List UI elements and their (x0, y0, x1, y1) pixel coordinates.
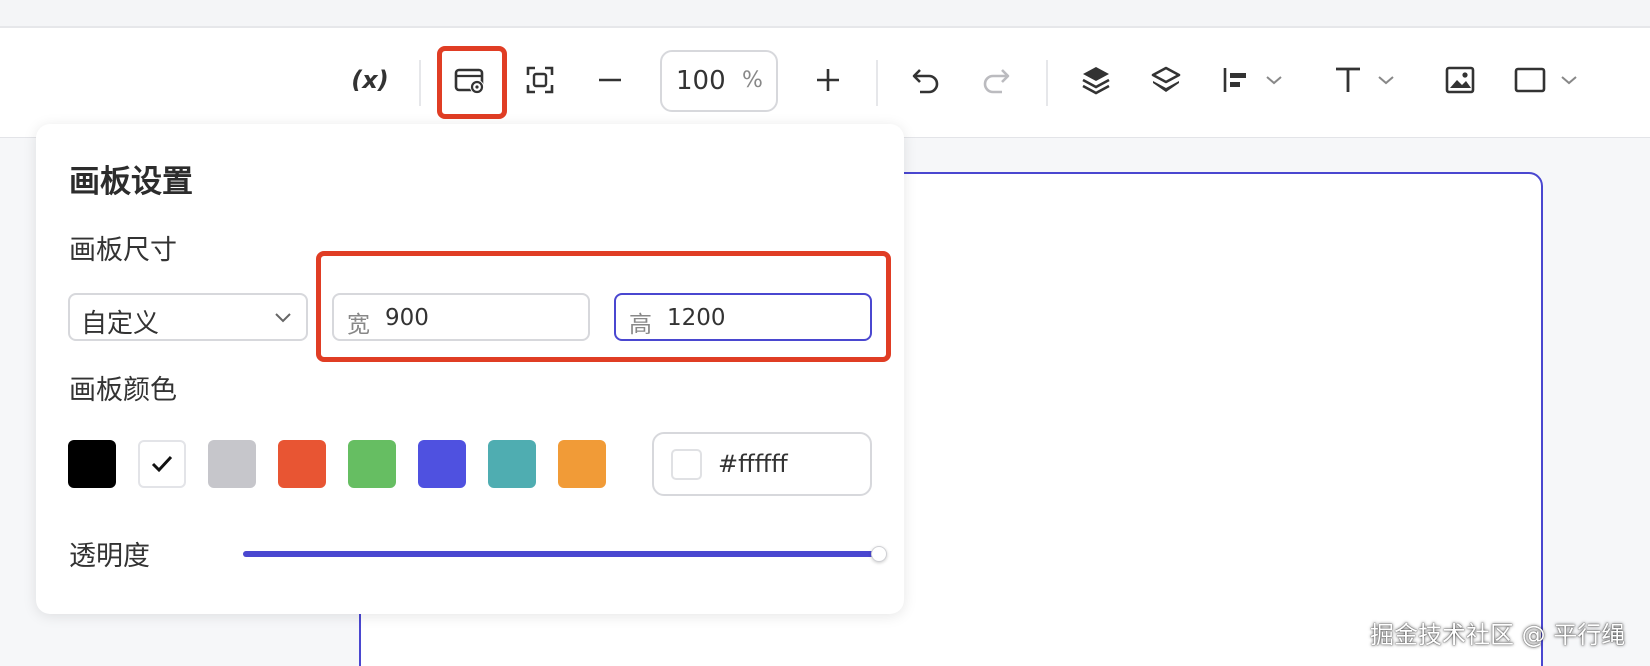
image-button[interactable] (1430, 50, 1490, 110)
chevron-down-icon (275, 313, 291, 323)
size-inputs-highlight (316, 251, 891, 362)
zoom-in-button[interactable] (798, 50, 858, 110)
text-icon (1336, 67, 1360, 92)
align-left-icon (1223, 68, 1246, 92)
undo-icon (912, 69, 939, 94)
variable-icon: (x) (351, 66, 389, 94)
chevron-down-icon (1266, 76, 1282, 85)
board-color-label: 画板颜色 (69, 375, 177, 406)
check-icon (151, 455, 173, 473)
color-swatch[interactable] (138, 440, 186, 488)
send-backward-button[interactable] (1136, 50, 1196, 110)
toolbar-separator (1046, 60, 1048, 106)
redo-icon (983, 69, 1010, 94)
rectangle-icon (1514, 67, 1546, 93)
zoom-unit: % (742, 68, 763, 93)
zoom-value: 100 (676, 66, 726, 96)
zoom-in-icon (817, 69, 839, 91)
fit-screen-icon (526, 66, 554, 94)
text-dropdown[interactable] (1318, 50, 1410, 110)
image-icon (1445, 66, 1475, 94)
opacity-slider[interactable] (243, 546, 887, 562)
variable-button[interactable]: (x) (340, 50, 400, 110)
bring-forward-button[interactable] (1066, 50, 1126, 110)
layer-up-icon (1082, 67, 1110, 95)
redo-button[interactable] (966, 50, 1026, 110)
undo-button[interactable] (896, 50, 956, 110)
shape-dropdown[interactable] (1500, 50, 1592, 110)
color-preview (671, 449, 702, 480)
color-swatch[interactable] (208, 440, 256, 488)
opacity-label: 透明度 (69, 541, 150, 572)
editor-toolbar: (x) 100 % (0, 28, 1650, 138)
fit-screen-button[interactable] (510, 50, 570, 110)
board-settings-panel: 画板设置 画板尺寸 自定义 宽 900 高 1200 画板颜色 #ffffff … (36, 124, 904, 614)
color-swatch[interactable] (348, 440, 396, 488)
chevron-down-icon (1561, 76, 1577, 85)
chevron-down-icon (1378, 76, 1394, 85)
layer-down-icon (1151, 66, 1181, 92)
opacity-slider-thumb[interactable] (871, 546, 887, 562)
watermark: 掘金技术社区 @ 平行绳 (1370, 621, 1626, 649)
top-strip (0, 0, 1650, 28)
settings-button-highlight (437, 46, 507, 119)
size-preset-value: 自定义 (81, 309, 160, 339)
toolbar-separator (876, 60, 878, 106)
board-size-label: 画板尺寸 (69, 235, 177, 266)
zoom-input[interactable]: 100 % (660, 50, 778, 112)
color-swatch[interactable] (558, 440, 606, 488)
hex-value: #ffffff (718, 450, 788, 478)
align-dropdown[interactable] (1206, 50, 1298, 110)
panel-title: 画板设置 (69, 164, 193, 200)
zoom-out-icon (599, 78, 621, 82)
color-swatch[interactable] (278, 440, 326, 488)
size-preset-select[interactable]: 自定义 (68, 293, 308, 341)
toolbar-separator (419, 60, 421, 106)
color-swatch[interactable] (488, 440, 536, 488)
zoom-out-button[interactable] (580, 50, 640, 110)
color-swatch[interactable] (418, 440, 466, 488)
opacity-slider-fill (243, 551, 883, 557)
hex-color-input[interactable]: #ffffff (652, 432, 872, 496)
color-swatch[interactable] (68, 440, 116, 488)
